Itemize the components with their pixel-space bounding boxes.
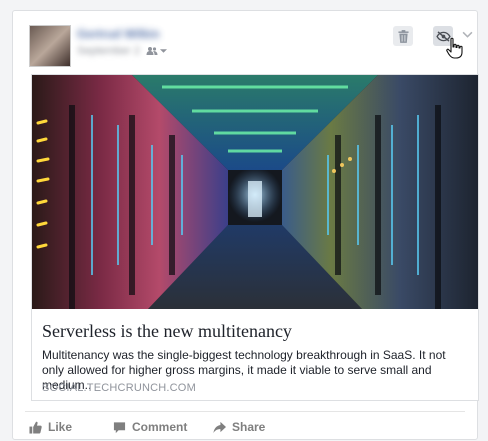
like-button[interactable]: Like [29,417,72,437]
post-actions: Like Comment Share [25,411,465,440]
post-date[interactable]: September 2 [77,45,140,57]
comment-icon [113,421,126,433]
share-button[interactable]: Share [213,417,265,437]
author-name[interactable]: Gertrud Wilkin [77,27,167,41]
like-label: Like [48,420,73,434]
comment-label: Comment [132,420,188,434]
post-header: Gertrud Wilkin September 2 [13,11,477,71]
link-preview-image[interactable] [32,75,478,309]
share-label: Share [232,420,266,434]
thumbs-up-icon [29,421,42,434]
comment-button[interactable]: Comment [113,417,187,437]
friends-icon [146,47,158,55]
trash-icon [397,29,409,43]
link-preview[interactable]: Serverless is the new multitenancy Multi… [31,74,479,401]
delete-button[interactable] [393,26,413,46]
post-card: Gertrud Wilkin September 2 Serverless is… [12,10,479,440]
audience-selector[interactable] [146,46,167,56]
share-arrow-icon [213,421,226,433]
hand-cursor-icon [446,37,463,59]
link-domain: SOCIAL.TECHCRUNCH.COM [42,382,196,394]
link-title[interactable]: Serverless is the new multitenancy [42,321,472,342]
audience-dropdown-icon [159,49,167,53]
post-meta: September 2 [77,44,167,58]
chevron-down-icon[interactable] [462,29,473,40]
author-avatar[interactable] [29,25,71,67]
